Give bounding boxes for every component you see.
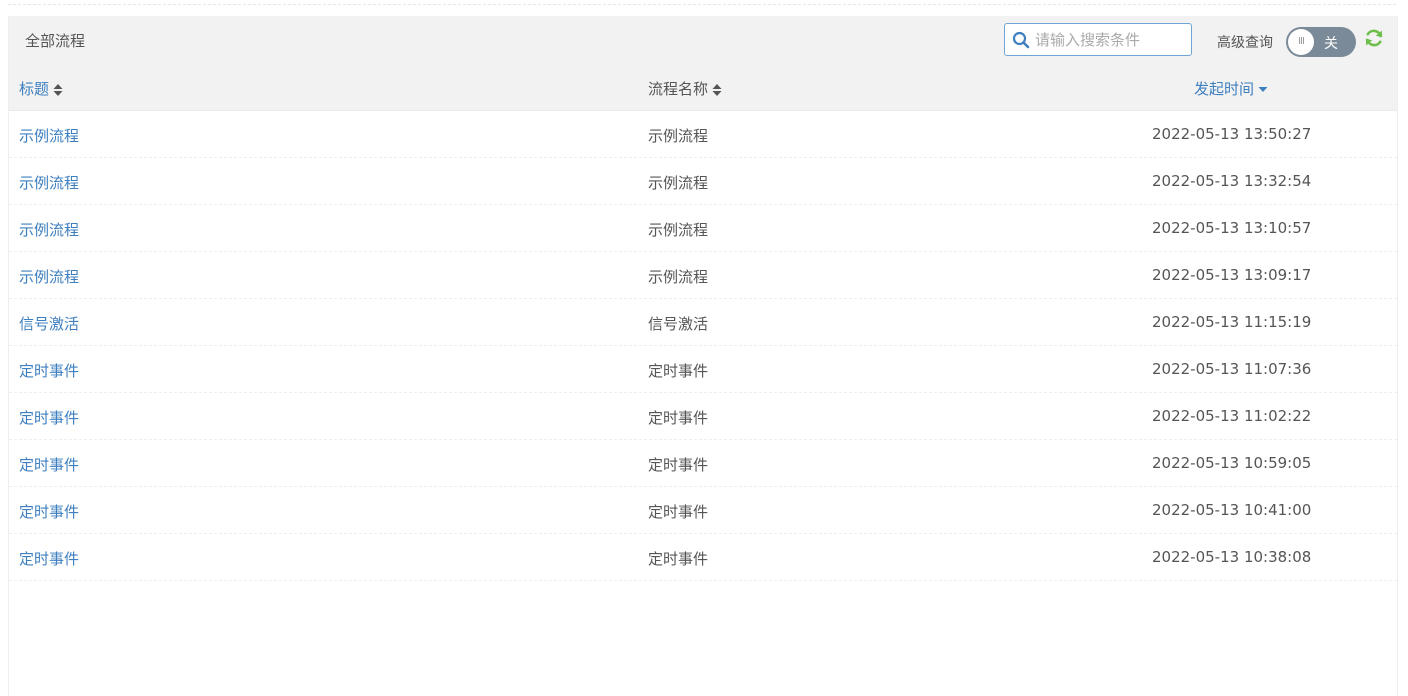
row-start-time: 2022-05-13 13:09:17	[1152, 266, 1312, 284]
table-row: 定时事件 定时事件 2022-05-13 11:02:22	[9, 393, 1397, 440]
table-row: 示例流程 示例流程 2022-05-13 13:32:54	[9, 158, 1397, 205]
column-header-process-name-label: 流程名称	[648, 80, 709, 98]
panel-title: 全部流程	[25, 32, 86, 50]
advanced-query-toggle[interactable]: III 关	[1286, 27, 1356, 57]
table-row: 示例流程 示例流程 2022-05-13 13:10:57	[9, 205, 1397, 252]
row-process-name: 示例流程	[648, 268, 709, 286]
row-process-name: 定时事件	[648, 503, 709, 521]
row-title-link[interactable]: 定时事件	[19, 548, 79, 569]
column-header-start-time[interactable]: 发起时间	[1194, 78, 1268, 99]
sort-desc-icon	[1258, 86, 1268, 92]
column-header-title-label: 标题	[19, 80, 50, 98]
row-process-name: 定时事件	[648, 456, 709, 474]
table-header: 标题 流程名称 发起时间	[9, 66, 1397, 111]
column-header-process-name[interactable]: 流程名称	[648, 78, 722, 99]
refresh-icon[interactable]	[1364, 28, 1384, 48]
top-divider	[8, 4, 1396, 5]
row-start-time: 2022-05-13 10:59:05	[1152, 454, 1312, 472]
row-title-link[interactable]: 定时事件	[19, 407, 79, 428]
table-row: 示例流程 示例流程 2022-05-13 13:09:17	[9, 252, 1397, 299]
column-header-title[interactable]: 标题	[19, 78, 63, 99]
row-start-time: 2022-05-13 13:50:27	[1152, 125, 1312, 143]
row-title-link[interactable]: 示例流程	[19, 266, 79, 287]
search-icon	[1012, 31, 1030, 49]
sort-both-icon	[53, 83, 63, 96]
row-start-time: 2022-05-13 11:02:22	[1152, 407, 1312, 425]
column-header-start-time-label: 发起时间	[1194, 80, 1255, 98]
row-start-time: 2022-05-13 11:15:19	[1152, 313, 1312, 331]
row-start-time: 2022-05-13 13:32:54	[1152, 172, 1312, 190]
search-box[interactable]	[1004, 23, 1192, 56]
row-process-name: 定时事件	[648, 409, 709, 427]
row-title-link[interactable]: 定时事件	[19, 501, 79, 522]
search-input[interactable]	[1035, 24, 1185, 55]
table-body: 示例流程 示例流程 2022-05-13 13:50:27 示例流程 示例流程 …	[9, 111, 1397, 581]
row-process-name: 定时事件	[648, 550, 709, 568]
row-start-time: 2022-05-13 11:07:36	[1152, 360, 1312, 378]
toggle-knob: III	[1288, 29, 1314, 55]
row-process-name: 信号激活	[648, 315, 709, 333]
row-process-name: 示例流程	[648, 221, 709, 239]
row-start-time: 2022-05-13 10:41:00	[1152, 501, 1312, 519]
table-row: 定时事件 定时事件 2022-05-13 11:07:36	[9, 346, 1397, 393]
row-title-link[interactable]: 示例流程	[19, 219, 79, 240]
row-title-link[interactable]: 示例流程	[19, 172, 79, 193]
sort-both-icon	[712, 83, 722, 96]
toggle-state-text: 关	[1324, 36, 1338, 52]
row-start-time: 2022-05-13 13:10:57	[1152, 219, 1312, 237]
row-title-link[interactable]: 定时事件	[19, 360, 79, 381]
row-process-name: 定时事件	[648, 362, 709, 380]
row-title-link[interactable]: 信号激活	[19, 313, 79, 334]
table-row: 信号激活 信号激活 2022-05-13 11:15:19	[9, 299, 1397, 346]
table-row: 定时事件 定时事件 2022-05-13 10:38:08	[9, 534, 1397, 581]
panel-header: 全部流程 高级查询 III 关	[9, 16, 1397, 66]
table-row: 定时事件 定时事件 2022-05-13 10:41:00	[9, 487, 1397, 534]
row-title-link[interactable]: 定时事件	[19, 454, 79, 475]
row-start-time: 2022-05-13 10:38:08	[1152, 548, 1312, 566]
advanced-query-label: 高级查询	[1217, 35, 1273, 51]
row-process-name: 示例流程	[648, 174, 709, 192]
table-row: 定时事件 定时事件 2022-05-13 10:59:05	[9, 440, 1397, 487]
table-row: 示例流程 示例流程 2022-05-13 13:50:27	[9, 111, 1397, 158]
process-panel: 全部流程 高级查询 III 关 标题 流程名称	[8, 16, 1398, 696]
row-process-name: 示例流程	[648, 127, 709, 145]
row-title-link[interactable]: 示例流程	[19, 125, 79, 146]
